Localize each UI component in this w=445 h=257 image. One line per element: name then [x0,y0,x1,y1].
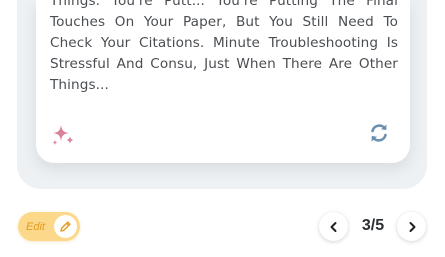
edit-label: Edit [26,220,45,233]
refresh-icon[interactable] [368,122,390,144]
previous-button[interactable] [319,212,348,241]
page-indicator: 3/5 [361,217,385,234]
paraphrase-card: Things. You're Putt... You're Putting Th… [36,0,410,163]
chevron-right-icon [409,221,415,232]
pencil-icon [60,221,71,232]
next-button[interactable] [397,212,426,241]
card-text: Things. You're Putt... You're Putting Th… [50,0,398,93]
edit-button[interactable]: Edit [18,212,80,241]
chevron-left-icon [330,221,336,232]
pencil-badge [54,215,77,238]
sparkle-icon [52,125,74,145]
